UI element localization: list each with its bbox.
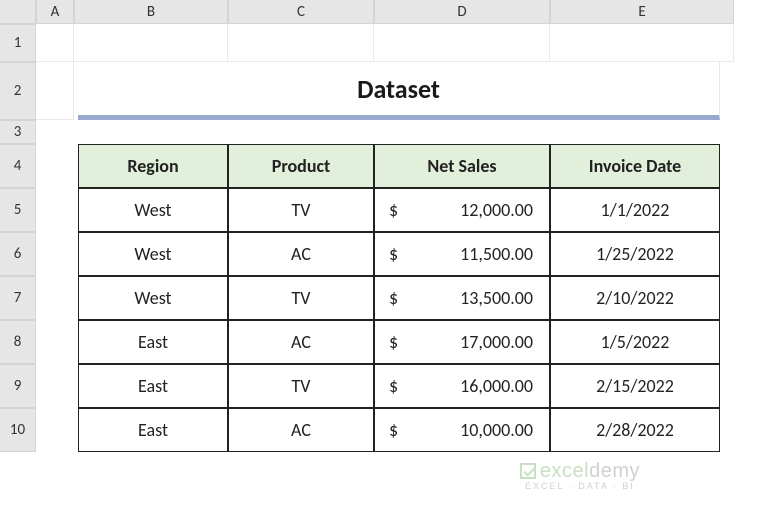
cell-invoicedate-5[interactable]: 2/28/2022 [550,408,720,452]
cell-a6[interactable] [36,232,74,276]
cell-e1[interactable] [550,24,734,62]
cell-region-5[interactable]: East [78,408,228,452]
cell-product-2[interactable]: TV [228,276,374,320]
cell-b1[interactable] [74,24,228,62]
cell-invoicedate-3[interactable]: 1/5/2022 [550,320,720,364]
amount-value: 11,500.00 [460,243,533,265]
cell-a2[interactable] [36,62,74,120]
row-header-9[interactable]: 9 [0,364,36,408]
amount-value: 12,000.00 [460,199,533,221]
row-header-5[interactable]: 5 [0,188,36,232]
currency-symbol: $ [389,375,398,397]
amount-value: 16,000.00 [460,375,533,397]
cell-region-2[interactable]: West [78,276,228,320]
spreadsheet-grid: A B C D E 1 2 Dataset 3 4 Region Product… [0,0,768,452]
row-header-1[interactable]: 1 [0,24,36,62]
cell-netsales-1[interactable]: $11,500.00 [374,232,550,276]
cell-invoicedate-0[interactable]: 1/1/2022 [550,188,720,232]
check-icon [520,463,536,479]
cell-a3[interactable] [36,120,74,144]
currency-symbol: $ [389,199,398,221]
currency-symbol: $ [389,419,398,441]
col-header-b[interactable]: B [74,0,228,24]
cell-invoicedate-2[interactable]: 2/10/2022 [550,276,720,320]
cell-a9[interactable] [36,364,74,408]
amount-value: 13,500.00 [460,287,533,309]
row-header-4[interactable]: 4 [0,144,36,188]
amount-value: 10,000.00 [460,419,533,441]
header-region[interactable]: Region [78,144,228,188]
dataset-title[interactable]: Dataset [78,62,720,120]
cell-region-3[interactable]: East [78,320,228,364]
col-header-a[interactable]: A [36,0,74,24]
cell-product-5[interactable]: AC [228,408,374,452]
header-product[interactable]: Product [228,144,374,188]
cell-netsales-2[interactable]: $13,500.00 [374,276,550,320]
cell-product-3[interactable]: AC [228,320,374,364]
col-header-c[interactable]: C [228,0,374,24]
cell-invoicedate-1[interactable]: 1/25/2022 [550,232,720,276]
cell-netsales-3[interactable]: $17,000.00 [374,320,550,364]
cell-netsales-4[interactable]: $16,000.00 [374,364,550,408]
header-invoicedate[interactable]: Invoice Date [550,144,720,188]
cell-c1[interactable] [228,24,374,62]
col-header-e[interactable]: E [550,0,734,24]
watermark-suffix: demy [589,460,640,482]
cell-netsales-0[interactable]: $12,000.00 [374,188,550,232]
row-header-2[interactable]: 2 [0,62,36,120]
currency-symbol: $ [389,243,398,265]
cell-c3[interactable] [228,120,374,144]
header-netsales[interactable]: Net Sales [374,144,550,188]
cell-region-1[interactable]: West [78,232,228,276]
row-header-10[interactable]: 10 [0,408,36,452]
cell-product-4[interactable]: TV [228,364,374,408]
cell-product-1[interactable]: AC [228,232,374,276]
cell-netsales-5[interactable]: $10,000.00 [374,408,550,452]
watermark-tagline: EXCEL · DATA · BI [520,481,640,491]
cell-product-0[interactable]: TV [228,188,374,232]
cell-region-4[interactable]: East [78,364,228,408]
watermark-brand: exceldemy [520,460,640,483]
select-all-corner[interactable] [0,0,36,24]
cell-d1[interactable] [374,24,550,62]
cell-a4[interactable] [36,144,74,188]
row-header-3[interactable]: 3 [0,120,36,144]
cell-d3[interactable] [374,120,550,144]
watermark: exceldemy EXCEL · DATA · BI [520,460,640,491]
row-header-7[interactable]: 7 [0,276,36,320]
currency-symbol: $ [389,331,398,353]
cell-region-0[interactable]: West [78,188,228,232]
cell-b3[interactable] [74,120,228,144]
cell-e3[interactable] [550,120,734,144]
cell-a7[interactable] [36,276,74,320]
cell-a5[interactable] [36,188,74,232]
cell-invoicedate-4[interactable]: 2/15/2022 [550,364,720,408]
cell-a8[interactable] [36,320,74,364]
watermark-prefix: excel [540,460,589,482]
amount-value: 17,000.00 [460,331,533,353]
row-header-8[interactable]: 8 [0,320,36,364]
currency-symbol: $ [389,287,398,309]
cell-a10[interactable] [36,408,74,452]
cell-a1[interactable] [36,24,74,62]
col-header-d[interactable]: D [374,0,550,24]
row-header-6[interactable]: 6 [0,232,36,276]
